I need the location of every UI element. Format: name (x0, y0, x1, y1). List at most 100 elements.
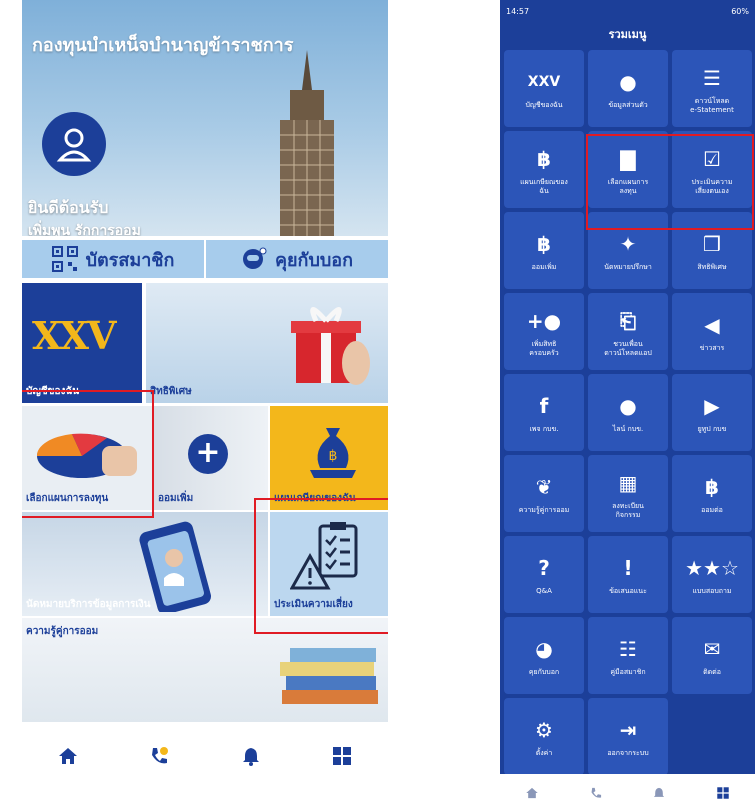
menu-item[interactable]: ฿แผนเกษียณของ ฉัน (504, 131, 584, 208)
robot-icon (242, 247, 267, 269)
chat-bot-button[interactable]: คุยกับบอก (206, 240, 388, 278)
bottom-nav (22, 722, 388, 790)
gift-box-image (291, 307, 370, 385)
retirement-plan-tile[interactable]: ฿ แผนเกษียณของฉัน (270, 406, 388, 510)
menu-item[interactable]: ● ข้อมูลส่วนตัว (588, 50, 668, 127)
line-icon: ● (619, 394, 637, 418)
menu-item[interactable]: ● ไลน์ กบข. (588, 374, 668, 451)
gear-icon: ⚙ (535, 718, 553, 742)
grid-icon[interactable] (716, 786, 730, 800)
my-account-tile[interactable]: XXV บัญชีของฉัน (22, 283, 142, 403)
robot-icon: ◕ (535, 637, 553, 661)
extra-saving-tile[interactable]: + ออมเพิ่ม (154, 406, 268, 510)
xxv-logo: XXV (32, 313, 116, 358)
coin-hand-icon: ฿ (537, 232, 551, 256)
financial-advice-tile[interactable]: นัดหมายบริการข้อมูลการเงิน (22, 512, 268, 616)
menu-item-label: ออมเพิ่ม (531, 263, 557, 271)
bell-icon[interactable] (652, 786, 666, 800)
menu-item-label: เพจ กบข. (529, 425, 559, 433)
home-screen: กองทุนบำเหน็จบำนาญข้าราชการ ยินดีต้อนรับ… (22, 0, 388, 790)
person-icon: ● (619, 70, 637, 94)
welcome-text: ยินดีต้อนรับ (28, 198, 109, 217)
home-icon[interactable] (57, 745, 79, 767)
financial-advice-label: นัดหมายบริการข้อมูลการเงิน (26, 599, 151, 610)
svg-text:฿: ฿ (329, 448, 338, 464)
money-hand-icon: ฿ (537, 146, 551, 171)
app-title: กองทุนบำเหน็จบำนาญข้าราชการ (32, 35, 294, 56)
building-image (280, 50, 334, 236)
menu-item[interactable]: ⎗ ชวนเพื่อน ดาวน์โหลดแอป (588, 293, 668, 370)
hero-banner: กองทุนบำเหน็จบำนาญข้าราชการ ยินดีต้อนรับ… (22, 0, 388, 236)
menu-item[interactable]: ❦ ความรู้คู่การออม (504, 455, 584, 532)
saving-knowledge-label: ความรู้คู่การออม (26, 626, 99, 637)
qr-code-icon (51, 246, 78, 272)
menu-item[interactable]: ✉ ติดต่อ (672, 617, 752, 694)
book-icon: ☷ (619, 637, 637, 661)
privilege-label: สิทธิพิเศษ (150, 386, 192, 397)
gift-icon: ❒ (703, 232, 721, 256)
menu-item-label: ออกจากระบบ (607, 749, 649, 757)
bell-icon[interactable] (240, 745, 262, 767)
status-time: 14:57 (506, 6, 530, 16)
menu-item-label: ความรู้คู่การออม (518, 506, 570, 514)
avatar[interactable] (42, 112, 106, 176)
share-app-icon: ⎗ (620, 308, 636, 333)
menu-item[interactable]: ▶ ยูทูป กบข (672, 374, 752, 451)
phone-icon[interactable] (589, 786, 603, 800)
mail-icon: ✉ (703, 637, 721, 661)
menu-item[interactable]: XXV บัญชีของฉัน (504, 50, 584, 127)
menu-item-label: ออมต่อ (701, 506, 723, 514)
youtube-icon: ▶ (704, 394, 720, 418)
sprout-icon: ❦ (535, 475, 553, 499)
grid-icon[interactable] (331, 745, 353, 767)
member-card-button[interactable]: บัตรสมาชิก (22, 240, 206, 278)
menu-item[interactable]: ? Q&A (504, 536, 584, 613)
battery-level: 60% (731, 6, 749, 16)
chat-bot-label: คุยกับบอก (274, 249, 354, 271)
menu-item[interactable]: ! ข้อเสนอแนะ (588, 536, 668, 613)
highlight-risk-assessment (254, 498, 388, 634)
menu-item-label: ดาวน์โหลด e-Statement (690, 96, 734, 114)
menu-item[interactable]: ☷ คู่มือสมาชิก (588, 617, 668, 694)
alert-message-icon: ! (623, 556, 633, 580)
calendar-icon: ▦ (618, 470, 638, 495)
menu-item[interactable]: ◀ ข่าวสาร (672, 293, 752, 370)
extra-saving-label: ออมเพิ่ม (158, 493, 194, 504)
menu-item-label: คุยกับบอก (528, 668, 560, 676)
menu-item-label: Q&A (536, 587, 552, 595)
page-title: รวมเมนู (608, 28, 647, 41)
menu-item[interactable]: ฿ออมเพิ่ม (504, 212, 584, 289)
handshake-icon: ✦ (619, 232, 637, 256)
add-family-icon: +● (526, 308, 562, 333)
menu-item[interactable]: ★★☆ แบบสอบถาม (672, 536, 752, 613)
menu-item[interactable]: ☰ ดาวน์โหลด e-Statement (672, 50, 752, 127)
menu-item-label: ข้อเสนอแนะ (609, 587, 647, 595)
menu-item[interactable]: ▦ ลงทะเบียน กิจกรรม (588, 455, 668, 532)
privilege-tile[interactable]: สิทธิพิเศษ (146, 283, 388, 403)
menu-item-label: นัดหมายปรึกษา (604, 263, 652, 271)
menu-item[interactable]: +● เพิ่มสิทธิ ครอบครัว (504, 293, 584, 370)
menu-item[interactable]: ⇥ ออกจากระบบ (588, 698, 668, 775)
menu-item[interactable]: f เพจ กบข. (504, 374, 584, 451)
slogan-text: เพิ่มพูน รักการออม (28, 223, 141, 236)
document-icon: ☰ (703, 65, 721, 90)
money-bag-icon: ฿ (705, 475, 719, 499)
all-menu-screen: 14:57 60% รวมเมนู XXV บัญชีของฉัน ● ข้อมูลส… (500, 0, 755, 812)
menu-item[interactable]: ⚙ ตั้งค่า (504, 698, 584, 775)
phone-icon[interactable] (148, 745, 170, 767)
highlight-menu-row (586, 134, 754, 230)
facebook-icon: f (539, 394, 549, 418)
xxv-logo-icon: XXV (527, 74, 561, 90)
menu-item-label: ลงทะเบียน กิจกรรม (612, 501, 644, 519)
home-icon[interactable] (525, 786, 539, 800)
status-bar: 14:57 60% (500, 0, 755, 22)
menu-item-label: เพิ่มสิทธิ ครอบครัว (529, 339, 559, 357)
menu-item-label: คู่มือสมาชิก (610, 668, 646, 676)
menu-item-label: บัญชีของฉัน (525, 101, 563, 109)
menu-item[interactable]: ◕ คุยกับบอก (504, 617, 584, 694)
menu-item-label: ยูทูป กบข (697, 425, 727, 433)
menu-item-label: ข่าวสาร (699, 344, 725, 352)
highlight-investment-plan (22, 390, 154, 518)
menu-item[interactable]: ฿ออมต่อ (672, 455, 752, 532)
menu-item-label: แบบสอบถาม (692, 587, 732, 595)
